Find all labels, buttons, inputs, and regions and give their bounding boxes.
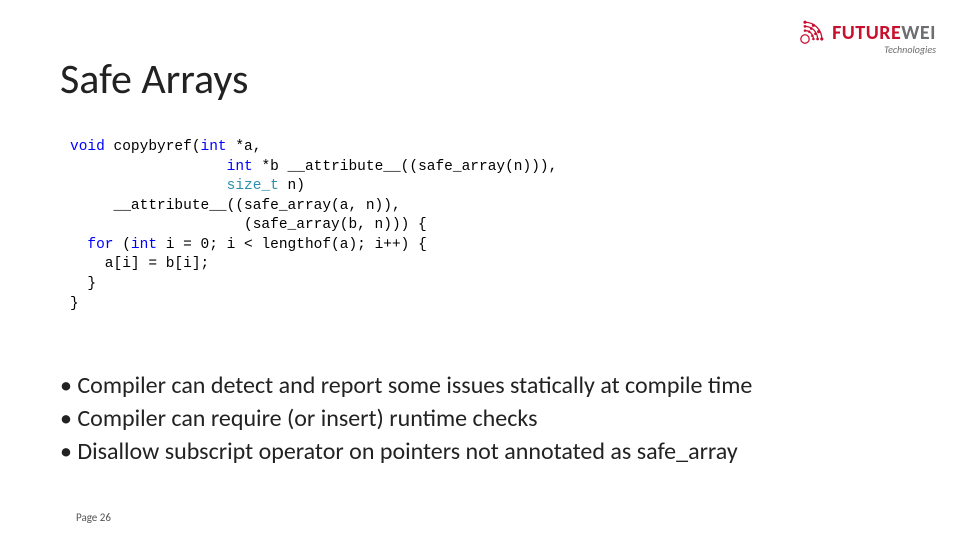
logo-text: FUTUREWEI Technologies	[832, 23, 936, 55]
bullet-3: • Disallow subscript operator on pointer…	[60, 436, 930, 467]
company-logo: FUTUREWEI Technologies	[784, 18, 936, 60]
slide-title: Safe Arrays	[60, 54, 248, 105]
bullet-list: • Compiler can detect and report some is…	[60, 370, 930, 470]
logo-subtitle: Technologies	[832, 45, 936, 55]
bullet-2: • Compiler can require (or insert) runti…	[60, 403, 930, 434]
page-number: Page 26	[76, 511, 111, 524]
logo-swirl-icon	[784, 18, 826, 60]
logo-word-1: FUTURE	[832, 21, 901, 45]
code-block: void copybyref(int *a, int *b __attribut…	[70, 138, 557, 314]
bullet-1: • Compiler can detect and report some is…	[60, 370, 930, 401]
logo-word-2: WEI	[901, 21, 936, 45]
